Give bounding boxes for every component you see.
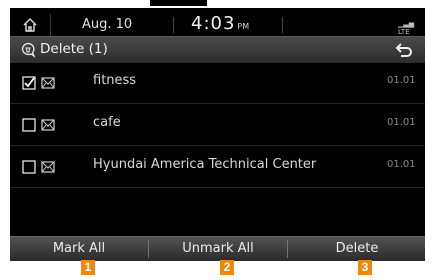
page-title: Delete (1) bbox=[40, 41, 108, 57]
envelope-icon bbox=[41, 119, 55, 131]
home-button[interactable] bbox=[10, 14, 51, 36]
list-item[interactable]: Hyundai America Technical Center 01.01 bbox=[10, 146, 425, 188]
message-date: 01.01 bbox=[387, 159, 416, 170]
chat-delete-icon bbox=[21, 42, 36, 58]
message-date: 01.01 bbox=[387, 117, 416, 128]
status-divider bbox=[282, 17, 283, 33]
status-ampm: PM bbox=[237, 22, 250, 31]
signal-icon: ▁▃▅ LTE bbox=[398, 20, 415, 36]
home-icon bbox=[23, 18, 37, 32]
checkbox-icon[interactable] bbox=[22, 160, 36, 174]
envelope-icon bbox=[41, 161, 55, 173]
status-date: Aug. 10 bbox=[82, 17, 133, 32]
message-title: cafe bbox=[93, 115, 121, 130]
checkbox-checked-icon[interactable] bbox=[22, 76, 36, 90]
bottom-action-bar: Mark All Unmark All Delete bbox=[10, 236, 425, 261]
delete-button[interactable]: Delete bbox=[288, 237, 426, 261]
message-date: 01.01 bbox=[387, 75, 416, 86]
back-icon[interactable] bbox=[395, 42, 413, 58]
message-title: fitness bbox=[93, 73, 137, 88]
list-item[interactable]: cafe 01.01 bbox=[10, 104, 425, 146]
status-divider bbox=[173, 17, 174, 33]
checkbox-icon[interactable] bbox=[22, 118, 36, 132]
message-title: Hyundai America Technical Center bbox=[93, 157, 317, 172]
envelope-icon bbox=[41, 77, 55, 89]
callout-marker-2: 2 bbox=[220, 260, 234, 275]
list-item[interactable]: fitness 01.01 bbox=[10, 62, 425, 104]
callout-marker-1: 1 bbox=[81, 260, 95, 275]
mark-all-button[interactable]: Mark All bbox=[10, 237, 148, 261]
status-time: 4:03 PM bbox=[191, 13, 249, 34]
top-tab bbox=[150, 0, 207, 6]
callout-marker-3: 3 bbox=[358, 260, 372, 275]
status-time-value: 4:03 bbox=[191, 13, 236, 34]
status-bar: Aug. 10 4:03 PM ▁▃▅ LTE bbox=[10, 13, 425, 36]
title-bar: Delete (1) bbox=[10, 36, 425, 63]
unmark-all-button[interactable]: Unmark All bbox=[149, 237, 287, 261]
